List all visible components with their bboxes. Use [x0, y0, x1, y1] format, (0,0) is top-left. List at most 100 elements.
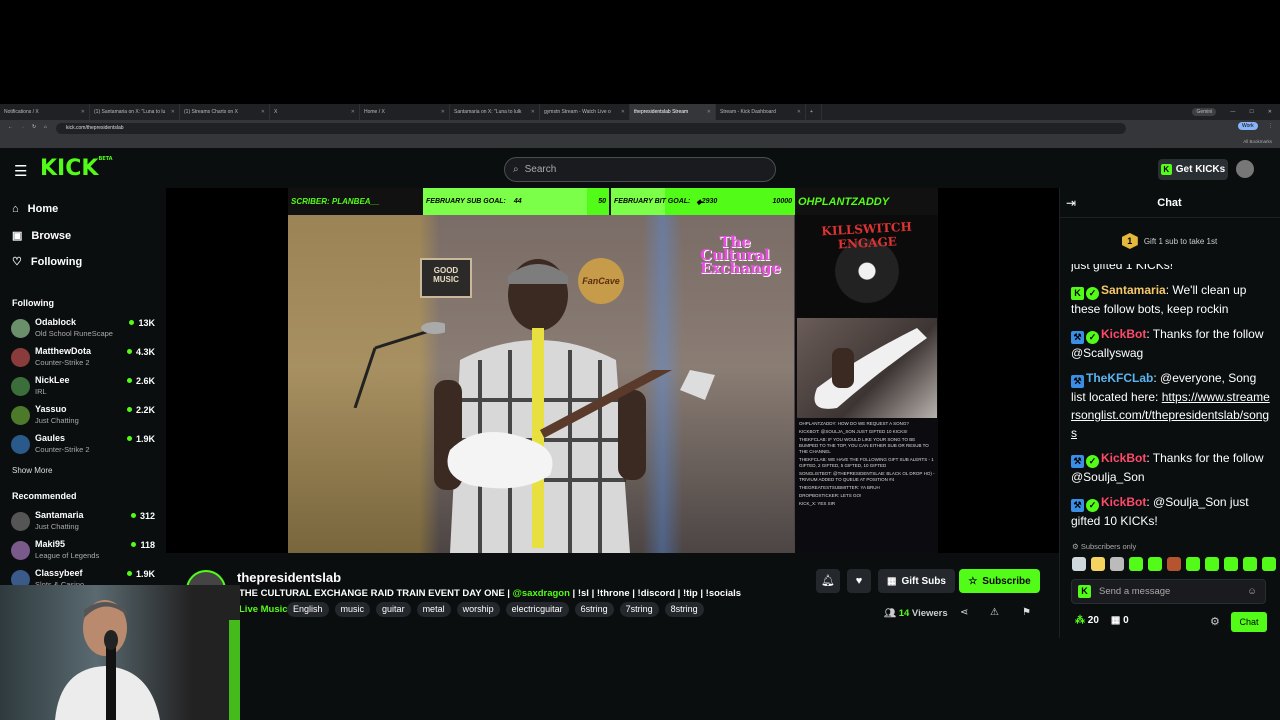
minimize-icon[interactable]: — — [1230, 109, 1235, 115]
overlay-chat-line: KICK_X: YES SIR — [799, 501, 836, 506]
viewer-count: 312 — [131, 511, 155, 521]
share-icon[interactable]: ⋖ — [960, 607, 968, 618]
emote-icon[interactable] — [1262, 557, 1276, 571]
sidebar-channel[interactable]: NickLee IRL 2.6K — [11, 375, 157, 401]
channel-points[interactable]: ⁂ 20 — [1075, 615, 1099, 626]
role-badge-icon: K — [1071, 287, 1084, 300]
sidebar-item-home[interactable]: ⌂ Home — [12, 203, 58, 215]
sidebar-channel[interactable]: Yassuo Just Chatting 2.2K — [11, 404, 157, 430]
gift-leaderboard-banner[interactable]: 1 Gift 1 sub to take 1st — [1059, 222, 1280, 260]
home-browser-icon[interactable]: ⌂ — [44, 124, 47, 130]
sidebar-channel[interactable]: Maki95 League of Legends 118 — [11, 539, 157, 565]
sidebar-channel[interactable]: Santamaria Just Chatting 312 — [11, 510, 157, 536]
close-icon[interactable]: ✕ — [168, 109, 175, 115]
avatar — [11, 377, 30, 396]
chat-username[interactable]: TheKFCLab — [1086, 371, 1153, 385]
get-kicks-button[interactable]: K Get KICKs — [1158, 159, 1228, 180]
follow-button[interactable]: ♥ — [847, 569, 871, 593]
gear-icon[interactable]: ⚙ — [1210, 615, 1220, 628]
chat-username[interactable]: KickBot — [1101, 327, 1146, 341]
chat-username[interactable]: KickBot — [1101, 495, 1146, 509]
user-avatar[interactable] — [1236, 160, 1254, 178]
host-icon[interactable]: ⚑ — [1022, 607, 1031, 618]
tag[interactable]: music — [334, 602, 371, 617]
maximize-icon[interactable]: ☐ — [1249, 109, 1253, 115]
tag[interactable]: English — [287, 602, 329, 617]
tab-santamaria-2[interactable]: Santamaria on X: "Luna to lulk ✕ — [450, 104, 540, 120]
chat-header: Chat — [1059, 188, 1280, 218]
gift-subs-button[interactable]: ▦ Gift Subs — [878, 569, 955, 593]
close-icon[interactable]: ✕ — [618, 109, 625, 115]
close-window-icon[interactable]: ✕ — [1268, 109, 1272, 115]
tag[interactable]: 7string — [619, 602, 659, 617]
all-bookmarks[interactable]: All Bookmarks — [1243, 139, 1272, 144]
emote-icon[interactable] — [1148, 557, 1162, 571]
sidebar-item-following[interactable]: ♡ Following — [12, 255, 82, 269]
tag[interactable]: guitar — [376, 602, 411, 617]
close-icon[interactable]: ✕ — [438, 109, 445, 115]
emote-icon[interactable] — [1205, 557, 1219, 571]
emote-icon[interactable] — [1224, 557, 1238, 571]
subscribe-button[interactable]: ☆ Subscribe — [959, 569, 1040, 593]
emote-icon[interactable] — [1167, 557, 1181, 571]
close-icon[interactable]: ✕ — [528, 109, 535, 115]
tab-gymstn[interactable]: gymstn Stream - Watch Live o ✕ — [540, 104, 630, 120]
emote-icon[interactable] — [1243, 557, 1257, 571]
emote-icon[interactable] — [1186, 557, 1200, 571]
emoji-icon[interactable]: ☺ — [1247, 586, 1257, 597]
new-tab-button[interactable]: + — [806, 104, 822, 120]
tab-thepresidentslab[interactable]: thepresidentslab Stream ✕ — [630, 104, 716, 120]
emote-icon[interactable] — [1110, 557, 1124, 571]
chat-message-input[interactable]: K Send a message ☺ — [1071, 579, 1266, 604]
profile-chip[interactable]: Gemini — [1192, 108, 1217, 116]
tab-streams-charts[interactable]: (1) Streams Charts on X ✕ — [180, 104, 270, 120]
url-field[interactable]: kick.com/thepresidentslab — [56, 122, 1126, 134]
tab-santamaria-1[interactable]: (1) Santamaria on X: "Luna to lu ✕ — [90, 104, 180, 120]
stream-category[interactable]: Live Music — [239, 604, 288, 615]
more-icon[interactable]: ⋮ — [1268, 123, 1273, 129]
tag[interactable]: electricguitar — [505, 602, 569, 617]
tab-x[interactable]: X ✕ — [270, 104, 360, 120]
search-input[interactable]: ⌕ Search — [504, 157, 776, 182]
recommended-header: Recommended — [12, 491, 77, 501]
kick-emote-icon[interactable]: K — [1078, 585, 1091, 598]
avatar — [11, 319, 30, 338]
close-icon[interactable]: ✕ — [258, 109, 265, 115]
emote-icon[interactable] — [1072, 557, 1086, 571]
close-icon[interactable]: ✕ — [78, 109, 85, 115]
sidebar-channel[interactable]: MatthewDota Counter-Strike 2 4.3K — [11, 346, 157, 372]
collapse-chat-icon[interactable]: ⇥ — [1066, 196, 1076, 210]
menu-icon[interactable]: ☰ — [14, 162, 27, 180]
chat-username[interactable]: Santamaria — [1101, 283, 1166, 297]
kick-logo[interactable]: KICKBETA — [40, 156, 113, 181]
tag[interactable]: metal — [416, 602, 451, 617]
sidebar-channel[interactable]: Odablock Old School RuneScape 13K — [11, 317, 157, 343]
close-icon[interactable]: ✕ — [704, 109, 711, 115]
guitar — [447, 370, 715, 489]
title-mention-link[interactable]: @saxdragon — [513, 588, 570, 599]
work-profile[interactable]: Work — [1238, 122, 1258, 130]
sidebar-channel[interactable]: Gaules Counter-Strike 2 1.9K — [11, 433, 157, 459]
tab-kick-dashboard[interactable]: Stream - Kick Dashboard ✕ — [716, 104, 806, 120]
back-icon[interactable]: ← — [8, 124, 13, 130]
tab-notifications[interactable]: Notifications / X ✕ — [0, 104, 90, 120]
tag[interactable]: worship — [456, 602, 500, 617]
forward-icon[interactable]: → — [20, 124, 25, 130]
emote-icon[interactable] — [1129, 557, 1143, 571]
tag[interactable]: 8string — [664, 602, 704, 617]
tab-home-x[interactable]: Home / X ✕ — [360, 104, 450, 120]
notification-button[interactable]: 🔔︎ — [816, 569, 840, 593]
gift-count[interactable]: ▦ 0 — [1111, 615, 1129, 626]
close-icon[interactable]: ✕ — [348, 109, 355, 115]
channel-name: Classybeef — [35, 568, 83, 578]
sidebar-item-browse[interactable]: ▣ Browse — [12, 229, 71, 243]
chat-username[interactable]: KickBot — [1101, 451, 1146, 465]
channel-name[interactable]: thepresidentslab — [237, 570, 341, 585]
reload-icon[interactable]: ↻ — [32, 124, 36, 130]
close-icon[interactable]: ✕ — [794, 109, 801, 115]
show-more-link[interactable]: Show More — [12, 466, 52, 475]
emote-icon[interactable] — [1091, 557, 1105, 571]
chat-send-button[interactable]: Chat — [1231, 612, 1267, 632]
tag[interactable]: 6string — [574, 602, 614, 617]
report-icon[interactable]: ⚠ — [990, 607, 999, 618]
